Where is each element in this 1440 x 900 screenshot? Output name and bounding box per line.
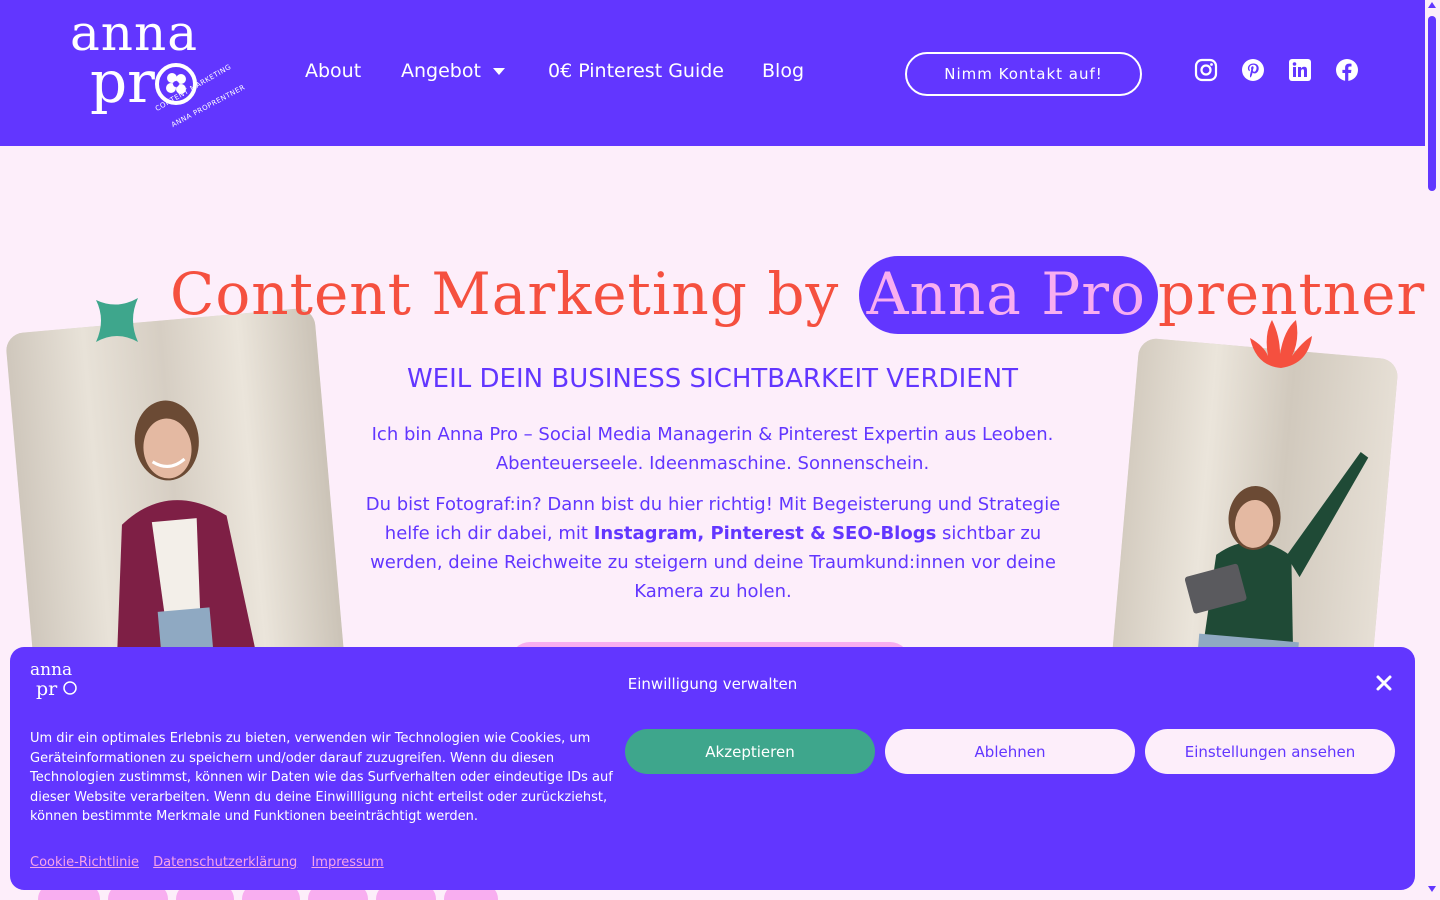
teal-star-decoration-icon [96,298,138,342]
reject-button[interactable]: Ablehnen [885,729,1135,774]
cookie-policy-link[interactable]: Cookie-Richtlinie [30,855,139,870]
photo-anna-laptop [1111,337,1399,689]
nav-blog[interactable]: Blog [762,60,804,82]
scroll-up-arrow-icon[interactable] [1428,2,1436,8]
nav-pinterest-guide[interactable]: 0€ Pinterest Guide [548,60,724,82]
cookie-consent-banner: anna pr Einwilligung verwalten Um dir ei… [10,647,1415,890]
hero-title-highlight: Anna Pro [858,256,1158,334]
cookie-links: Cookie-Richtlinie Datenschutzerklärung I… [30,855,394,870]
hero-intro-line1: Ich bin Anna Pro – Social Media Manageri… [371,424,1054,445]
scroll-down-arrow-icon[interactable] [1428,886,1436,892]
cookie-title: Einwilligung verwalten [627,675,798,693]
hero-intro: Ich bin Anna Pro – Social Media Manageri… [350,420,1075,478]
hero-title: Content Marketing by Anna Pro prentner [170,256,1426,340]
site-logo[interactable]: anna pr CONTENT MARKETING ANNA PROPRENTN… [70,4,247,135]
nav-angebot[interactable]: Angebot [401,60,505,82]
nav-angebot-label: Angebot [401,60,481,82]
close-icon[interactable] [1374,673,1394,693]
hero-title-suffix: prentner [1157,260,1426,328]
hero-title-prefix: Content Marketing by [170,260,859,328]
imprint-link[interactable]: Impressum [311,855,383,870]
hero-intro-line2: Abenteuerseele. Ideenmaschine. Sonnensch… [495,453,930,474]
facebook-icon[interactable] [1335,58,1359,82]
privacy-policy-link[interactable]: Datenschutzerklärung [153,855,297,870]
instagram-icon[interactable] [1194,58,1218,82]
cookie-description: Um dir ein optimales Erlebnis zu bieten,… [30,731,613,824]
contact-button[interactable]: Nimm Kontakt auf! [905,52,1142,96]
linkedin-icon[interactable] [1288,58,1312,82]
logo-word-pro: pr [90,48,155,116]
site-header: anna pr CONTENT MARKETING ANNA PROPRENTN… [0,0,1425,146]
chevron-down-icon [492,68,505,75]
nav-about[interactable]: About [305,60,361,82]
hero-subtitle: WEIL DEIN BUSINESS SICHTBARKEIT VERDIENT [406,364,1019,394]
pinterest-icon[interactable] [1241,58,1265,82]
scrollbar-thumb[interactable] [1428,16,1436,191]
photo-anna-sitting [4,307,346,693]
hero-description-bold: Instagram, Pinterest & SEO-Blogs [593,523,937,544]
settings-button[interactable]: Einstellungen ansehen [1145,729,1395,774]
accept-button[interactable]: Akzeptieren [625,729,875,774]
hero-description: Du bist Fotograf:in? Dann bist du hier r… [348,490,1078,606]
